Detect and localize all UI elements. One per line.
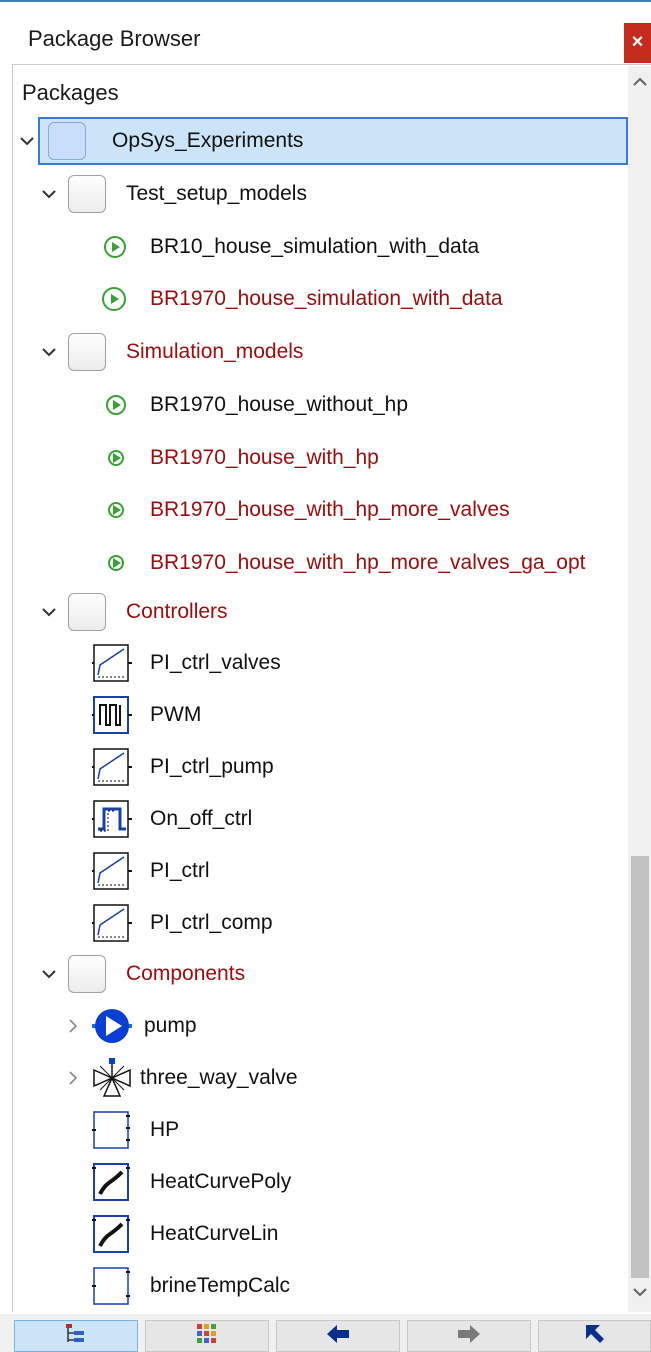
tree-node-label: OpSys_Experiments <box>112 129 304 152</box>
heat-curve-icon <box>90 1160 134 1204</box>
pi-controller-icon <box>90 641 134 685</box>
tree-node-label: Test_setup_models <box>126 182 307 205</box>
tree-view-icon <box>64 1323 88 1350</box>
tree-node-opsys-experiments[interactable]: OpSys_Experiments <box>16 119 303 163</box>
tree-node-label: HeatCurvePoly <box>150 1170 292 1193</box>
tree-node-label: On_off_ctrl <box>150 807 253 830</box>
tree-node-label: BR1970_house_simulation_with_data <box>150 287 503 310</box>
tree-node-label: BR10_house_simulation_with_data <box>150 235 480 258</box>
tree-node-label: three_way_valve <box>140 1066 298 1089</box>
tree-node-pi-ctrl[interactable]: PI_ctrl <box>90 849 210 893</box>
tree-node-controllers[interactable]: Controllers <box>38 590 228 634</box>
tree-node-br1970-house-with-hp[interactable]: BR1970_house_with_hp <box>108 436 379 480</box>
tree-node-label: BR1970_house_with_hp <box>150 446 379 469</box>
play-model-icon <box>106 395 126 415</box>
tree-node-on-off-ctrl[interactable]: On_off_ctrl <box>90 797 252 841</box>
tree-node-label: PI_ctrl_valves <box>150 651 281 674</box>
chevron-right-icon[interactable] <box>62 1015 84 1037</box>
tree-node-br1970-house-simulation-with-data[interactable]: BR1970_house_simulation_with_data <box>102 277 503 321</box>
tree-node-pwm[interactable]: PWM <box>90 693 201 737</box>
play-model-icon <box>108 502 124 518</box>
tree-node-heatcurvepoly[interactable]: HeatCurvePoly <box>90 1160 291 1204</box>
grid-view-button[interactable] <box>145 1320 269 1352</box>
package-icon <box>68 175 106 213</box>
tree-node-label: Simulation_models <box>126 340 304 363</box>
tree-node-components[interactable]: Components <box>38 952 245 996</box>
play-model-icon <box>108 555 124 571</box>
panel-title: Package Browser <box>28 26 201 51</box>
block-icon <box>90 1108 134 1152</box>
tree-node-three-way-valve[interactable]: three_way_valve <box>62 1056 298 1100</box>
chevron-right-icon[interactable] <box>62 1067 84 1089</box>
tree-node-pi-ctrl-valves[interactable]: PI_ctrl_valves <box>90 641 281 685</box>
heat-curve-icon <box>90 1212 134 1256</box>
pwm-icon <box>90 693 134 737</box>
go-to-parent-button[interactable] <box>538 1320 651 1352</box>
chevron-down-icon[interactable] <box>38 341 60 363</box>
forward-button[interactable] <box>407 1320 531 1352</box>
tree-node-brinetempcalc[interactable]: brineTempCalc <box>90 1264 290 1308</box>
tree-node-label: PI_ctrl <box>150 859 210 882</box>
chevron-down-icon[interactable] <box>38 183 60 205</box>
tree-node-label: HeatCurveLin <box>150 1222 279 1245</box>
grid-view-icon <box>196 1323 218 1350</box>
package-icon <box>68 333 106 371</box>
tree-node-label: PWM <box>150 703 202 726</box>
tree-node-label: BR1970_house_without_hp <box>150 393 409 416</box>
scroll-up-arrow-icon[interactable] <box>628 74 651 98</box>
arrow-up-left-icon <box>584 1323 606 1350</box>
pi-controller-icon <box>90 849 134 893</box>
play-model-icon <box>102 287 126 311</box>
tree-node-pi-ctrl-comp[interactable]: PI_ctrl_comp <box>90 901 273 945</box>
tree-view-button[interactable] <box>14 1320 138 1352</box>
chevron-down-icon[interactable] <box>16 130 38 152</box>
tree-node-label: Controllers <box>126 600 228 623</box>
tree-node-simulation-models[interactable]: Simulation_models <box>38 330 303 374</box>
scrollbar-thumb[interactable] <box>631 856 649 1278</box>
three-way-valve-icon <box>90 1056 134 1100</box>
tree-header: Packages <box>22 80 119 105</box>
on-off-controller-icon <box>90 797 134 841</box>
vertical-scrollbar[interactable] <box>628 66 651 1312</box>
close-button[interactable]: × <box>624 23 651 63</box>
package-icon <box>68 955 106 993</box>
tree-node-heatcurvelin[interactable]: HeatCurveLin <box>90 1212 278 1256</box>
tree-node-label: Components <box>126 962 246 985</box>
tree-node-label: BR1970_house_with_hp_more_valves_ga_opt <box>150 551 586 574</box>
tree-node-label: pump <box>144 1014 197 1037</box>
chevron-down-icon[interactable] <box>38 601 60 623</box>
arrow-left-icon <box>325 1323 351 1350</box>
bottom-toolbar <box>0 1314 651 1352</box>
tree-node-label: PI_ctrl_pump <box>150 755 274 778</box>
package-icon <box>68 593 106 631</box>
tree-node-pi-ctrl-pump[interactable]: PI_ctrl_pump <box>90 745 274 789</box>
tree-node-br1970-house-with-hp-more-valves[interactable]: BR1970_house_with_hp_more_valves <box>108 488 510 532</box>
pump-icon <box>90 1004 134 1048</box>
back-button[interactable] <box>276 1320 400 1352</box>
tree-node-br1970-house-without-hp[interactable]: BR1970_house_without_hp <box>106 383 408 427</box>
tree-node-br10-house-simulation-with-data[interactable]: BR10_house_simulation_with_data <box>104 225 479 269</box>
play-model-icon <box>104 236 126 258</box>
pi-controller-icon <box>90 745 134 789</box>
tree-node-label: brineTempCalc <box>150 1274 291 1297</box>
pi-controller-icon <box>90 901 134 945</box>
block-icon <box>90 1264 134 1308</box>
tree-node-hp[interactable]: HP <box>90 1108 179 1152</box>
tree-node-pump[interactable]: pump <box>62 1004 197 1048</box>
tree-node-br1970-house-with-hp-more-valves-ga-opt[interactable]: BR1970_house_with_hp_more_valves_ga_opt <box>108 541 585 585</box>
scroll-down-arrow-icon[interactable] <box>628 1284 651 1308</box>
panel-title-bar: Package Browser × <box>0 2 651 64</box>
tree-node-label: PI_ctrl_comp <box>150 911 273 934</box>
tree-node-test-setup-models[interactable]: Test_setup_models <box>38 172 307 216</box>
package-icon <box>48 122 86 160</box>
arrow-right-icon <box>456 1323 482 1350</box>
tree-node-label: HP <box>150 1118 180 1141</box>
tree-node-label: BR1970_house_with_hp_more_valves <box>150 498 510 521</box>
chevron-down-icon[interactable] <box>38 963 60 985</box>
play-model-icon <box>108 450 124 466</box>
